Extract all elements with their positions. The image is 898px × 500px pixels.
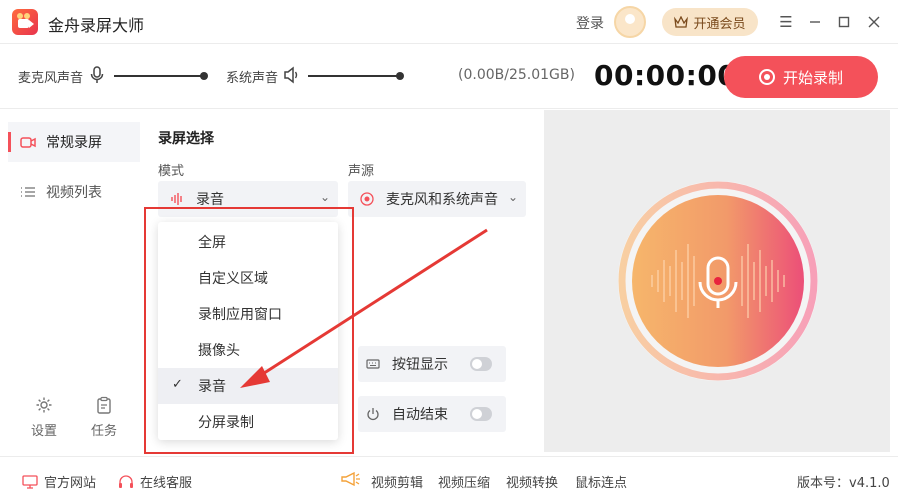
monitor-icon <box>22 474 38 489</box>
video-convert-link[interactable]: 视频转换 <box>506 472 558 491</box>
video-compress-link[interactable]: 视频压缩 <box>438 472 490 491</box>
online-support-link[interactable]: 在线客服 <box>118 472 192 491</box>
version-number: 版本号：v4.1.0 <box>797 476 890 491</box>
footer-bar: 官方网站 在线客服 视频剪辑 视频压缩 视频转换 鼠标连点 版本号：v4.1.0 <box>0 456 898 500</box>
auto-clicker-link[interactable]: 鼠标连点 <box>575 472 627 491</box>
headset-icon <box>119 474 133 488</box>
annotation-arrow <box>240 228 488 388</box>
online-support-label: 在线客服 <box>140 476 193 491</box>
megaphone-icon <box>341 471 360 487</box>
video-edit-link[interactable]: 视频剪辑 <box>371 472 423 491</box>
official-website-label: 官方网站 <box>44 476 97 491</box>
official-website-link[interactable]: 官方网站 <box>22 472 96 491</box>
